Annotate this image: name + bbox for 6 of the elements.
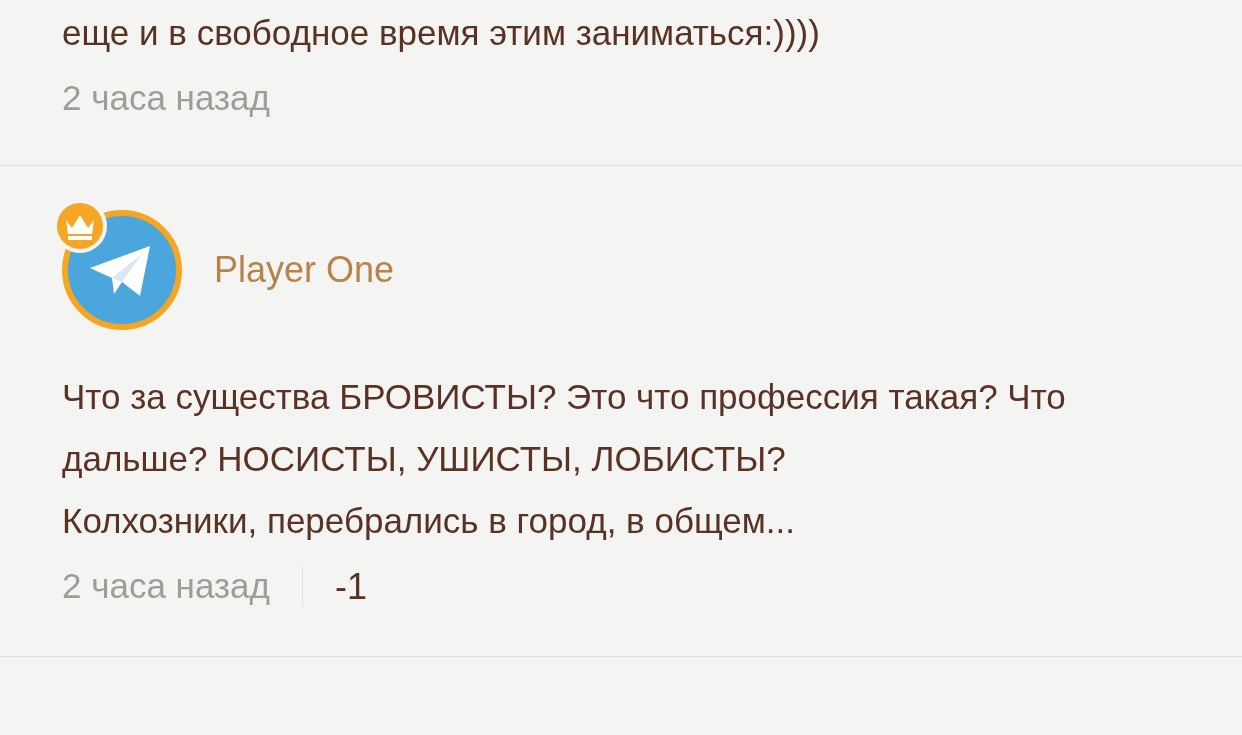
vote-count: -1 <box>334 564 367 609</box>
comment-time: 2 часа назад <box>62 77 270 119</box>
comment-text: еще и в свободное время этим заниматься:)))) <box>62 12 821 54</box>
comment-text: Что за существа БРОВИСТЫ? Это что профессия такая? Что дальше? НОСИСТЫ, УШИСТЫ, ЛОБИСТЫ? Колхозники, перебрались в город, в общем... <box>62 375 1067 542</box>
comment-time: 2 часа назад <box>62 565 270 608</box>
author-name[interactable]: Player One <box>214 242 395 297</box>
